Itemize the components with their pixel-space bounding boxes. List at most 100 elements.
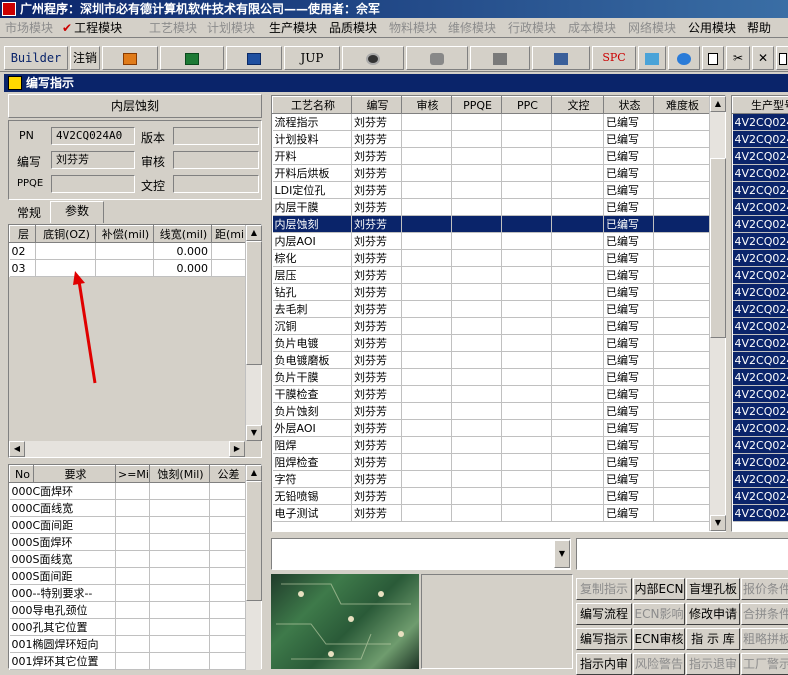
writer-field[interactable]: 刘芬芳 xyxy=(51,151,135,169)
menu-item-10[interactable]: 网络模块 xyxy=(628,20,676,36)
close-button[interactable]: ✕ xyxy=(752,46,774,70)
action-button-7[interactable]: 合拼条件 xyxy=(741,603,788,625)
layer-vscroll[interactable]: ▲ ▼ xyxy=(245,225,261,441)
menu-item-4[interactable]: 生产模块 xyxy=(269,20,317,36)
menu-item-9[interactable]: 成本模块 xyxy=(568,20,616,36)
model-row[interactable]: 4V2CQ024A xyxy=(733,352,788,369)
table-row[interactable]: 000S面焊环 xyxy=(10,534,246,551)
model-row[interactable]: 4V2CQ024A xyxy=(733,301,788,318)
process-row[interactable]: 内层干膜刘芬芳已编写 xyxy=(273,199,710,216)
model-row[interactable]: 4V2CQ024A xyxy=(733,233,788,250)
process-row[interactable]: 计划投料刘芬芳已编写 xyxy=(273,131,710,148)
model-row[interactable]: 4V2CQ024A xyxy=(733,216,788,233)
column-header[interactable]: 工艺名称 xyxy=(273,97,352,114)
process-row[interactable]: 棕化刘芬芳已编写 xyxy=(273,250,710,267)
process-row[interactable]: 外层AOI刘芬芳已编写 xyxy=(273,420,710,437)
column-header[interactable]: 补偿(mil) xyxy=(96,226,154,243)
table-row[interactable]: 000--特别要求-- xyxy=(10,585,246,602)
action-button-11[interactable]: 粗略拼板 xyxy=(741,628,788,650)
process-row[interactable]: 阻焊检查刘芬芳已编写 xyxy=(273,454,710,471)
column-header[interactable]: >=Mil xyxy=(116,466,150,483)
process-row[interactable]: 开料后烘板刘芬芳已编写 xyxy=(273,165,710,182)
review-field[interactable] xyxy=(173,151,259,169)
builder-button[interactable]: Builder xyxy=(4,46,68,70)
scroll-down-icon[interactable]: ▼ xyxy=(246,425,262,441)
scroll-up-icon[interactable]: ▲ xyxy=(246,465,262,481)
action-button-13[interactable]: 风险警告 xyxy=(633,653,685,675)
model-row[interactable]: 4V2CQ024A xyxy=(733,250,788,267)
table-row[interactable]: 000孔其它位置 xyxy=(10,619,246,636)
process-row[interactable]: 负片蚀刻刘芬芳已编写 xyxy=(273,403,710,420)
model-row[interactable]: 4V2CQ024A xyxy=(733,114,788,131)
model-row[interactable]: 4V2CQ024A xyxy=(733,131,788,148)
scroll-up-icon[interactable]: ▲ xyxy=(246,225,262,241)
jup-button[interactable]: JUP xyxy=(284,46,340,70)
process-row[interactable]: 负电镀磨板刘芬芳已编写 xyxy=(273,352,710,369)
action-button-14[interactable]: 指示退审 xyxy=(686,653,740,675)
table-row[interactable]: 001椭圆焊环短向 xyxy=(10,636,246,653)
column-header[interactable]: 难度板 xyxy=(654,97,710,114)
spc-button[interactable]: SPC xyxy=(592,46,636,70)
menu-item-2[interactable]: 工艺模块 xyxy=(149,20,197,36)
column-header[interactable]: 公差 xyxy=(210,466,246,483)
logout-button[interactable]: 注销 xyxy=(70,46,100,70)
cut-button[interactable]: ✂ xyxy=(726,46,750,70)
req-vscroll[interactable]: ▲ xyxy=(245,465,261,670)
process-row[interactable]: 沉铜刘芬芳已编写 xyxy=(273,318,710,335)
model-row[interactable]: 4V2CQ024A xyxy=(733,488,788,505)
menu-item-3[interactable]: 计划模块 xyxy=(207,20,255,36)
menu-item-0[interactable]: 市场模块 xyxy=(5,20,53,36)
tab-general[interactable]: 常规 xyxy=(8,204,50,224)
process-row[interactable]: 电子测试刘芬芳已编写 xyxy=(273,505,710,522)
action-button-9[interactable]: ECN审核 xyxy=(633,628,685,650)
column-header[interactable]: 审核 xyxy=(402,97,452,114)
copy-button[interactable] xyxy=(776,46,788,70)
action-button-1[interactable]: 内部ECN xyxy=(633,578,685,600)
action-button-3[interactable]: 报价条件 xyxy=(741,578,788,600)
scroll-thumb[interactable] xyxy=(246,481,262,601)
ppt-button[interactable] xyxy=(102,46,158,70)
process-row[interactable]: 钻孔刘芬芳已编写 xyxy=(273,284,710,301)
process-row[interactable]: LDI定位孔刘芬芳已编写 xyxy=(273,182,710,199)
model-row[interactable]: 4V2CQ024A xyxy=(733,420,788,437)
action-button-4[interactable]: 编写流程 xyxy=(576,603,632,625)
model-row[interactable]: 4V2CQ024A xyxy=(733,454,788,471)
process-row[interactable]: 负片电镀刘芬芳已编写 xyxy=(273,335,710,352)
process-row[interactable]: 干膜检查刘芬芳已编写 xyxy=(273,386,710,403)
version-field[interactable] xyxy=(173,127,259,145)
column-header[interactable]: 要求 xyxy=(34,466,116,483)
action-button-8[interactable]: 编写指示 xyxy=(576,628,632,650)
action-button-5[interactable]: ECN影响 xyxy=(633,603,685,625)
database-button[interactable] xyxy=(406,46,468,70)
column-header[interactable]: PPQE xyxy=(452,97,502,114)
menu-item-11[interactable]: 公用模块 xyxy=(688,20,736,36)
model-row[interactable]: 4V2CQ024A xyxy=(733,369,788,386)
process-row[interactable]: 负片干膜刘芬芳已编写 xyxy=(273,369,710,386)
model-row[interactable]: 4V2CQ024A xyxy=(733,471,788,488)
model-row[interactable]: 4V2CQ024A xyxy=(733,182,788,199)
ie-button[interactable] xyxy=(668,46,700,70)
process-row[interactable]: 字符刘芬芳已编写 xyxy=(273,471,710,488)
tab-params[interactable]: 参数 xyxy=(50,201,104,223)
network-button[interactable] xyxy=(470,46,530,70)
scroll-thumb[interactable] xyxy=(246,241,262,365)
scroll-up-icon[interactable]: ▲ xyxy=(710,96,726,112)
action-button-0[interactable]: 复制指示 xyxy=(576,578,632,600)
column-header[interactable]: 文控 xyxy=(552,97,604,114)
model-row[interactable]: 4V2CQ024A xyxy=(733,148,788,165)
table-row[interactable]: 020.000 xyxy=(10,243,246,260)
tools-button[interactable] xyxy=(638,46,666,70)
process-row[interactable]: 无铅喷锡刘芬芳已编写 xyxy=(273,488,710,505)
menu-item-1[interactable]: ✔工程模块 xyxy=(62,20,122,36)
chevron-down-icon[interactable]: ▼ xyxy=(554,540,570,568)
table-row[interactable]: 000导电孔颈位 xyxy=(10,602,246,619)
combo-box-right[interactable] xyxy=(576,538,788,570)
process-row[interactable]: 开料刘芬芳已编写 xyxy=(273,148,710,165)
combo-box-left[interactable]: ▼ xyxy=(271,538,571,570)
column-header[interactable]: No xyxy=(10,466,34,483)
column-header[interactable]: 蚀刻(Mil) xyxy=(150,466,210,483)
action-button-6[interactable]: 修改申请 xyxy=(686,603,740,625)
ppqe-field[interactable] xyxy=(51,175,135,193)
wenkong-field[interactable] xyxy=(173,175,259,193)
process-vscroll[interactable]: ▲ ▼ xyxy=(709,96,725,531)
